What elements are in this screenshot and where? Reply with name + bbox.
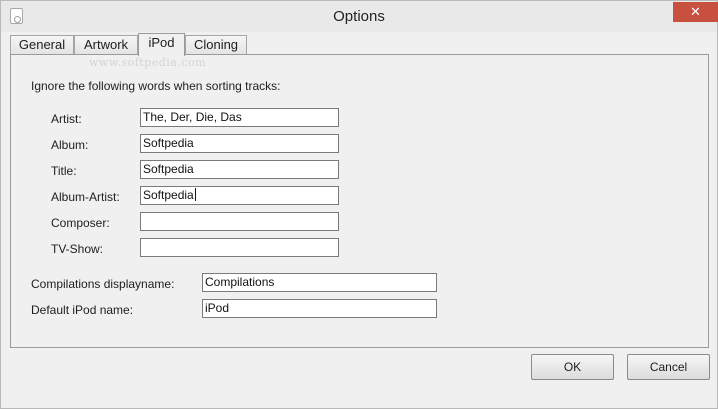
tab-artwork[interactable]: Artwork [74, 35, 138, 54]
album-label: Album: [51, 138, 89, 152]
window-title: Options [333, 8, 385, 25]
ok-button[interactable]: OK [531, 354, 614, 380]
options-dialog: Options ✕ General Artwork iPod Cloning w… [0, 0, 718, 409]
composer-label: Composer: [51, 216, 110, 230]
tab-cloning[interactable]: Cloning [185, 35, 247, 54]
watermark-text: www.softpedia.com [89, 56, 207, 69]
sorting-instruction: Ignore the following words when sorting … [31, 79, 281, 93]
close-button[interactable]: ✕ [673, 2, 718, 22]
album-artist-field[interactable]: Softpedia [140, 186, 339, 205]
composer-field[interactable] [140, 212, 339, 231]
cancel-button[interactable]: Cancel [627, 354, 710, 380]
album-artist-label: Album-Artist: [51, 190, 120, 204]
tab-general[interactable]: General [10, 35, 74, 54]
compilations-field[interactable]: Compilations [202, 273, 437, 292]
title-bar[interactable]: Options ✕ [1, 1, 718, 32]
artist-label: Artist: [51, 112, 82, 126]
default-ipod-label: Default iPod name: [31, 303, 134, 317]
title-field[interactable]: Softpedia [140, 160, 339, 179]
text-cursor [194, 188, 196, 201]
tv-show-field[interactable] [140, 238, 339, 257]
title-label: Title: [51, 164, 77, 178]
artist-field[interactable]: The, Der, Die, Das [140, 108, 339, 127]
compilations-label: Compilations displayname: [31, 277, 175, 291]
tab-ipod[interactable]: iPod [138, 33, 185, 56]
default-ipod-field[interactable]: iPod [202, 299, 437, 318]
tv-show-label: TV-Show: [51, 242, 104, 256]
album-field[interactable]: Softpedia [140, 134, 339, 153]
album-artist-value: Softpedia [143, 188, 194, 202]
